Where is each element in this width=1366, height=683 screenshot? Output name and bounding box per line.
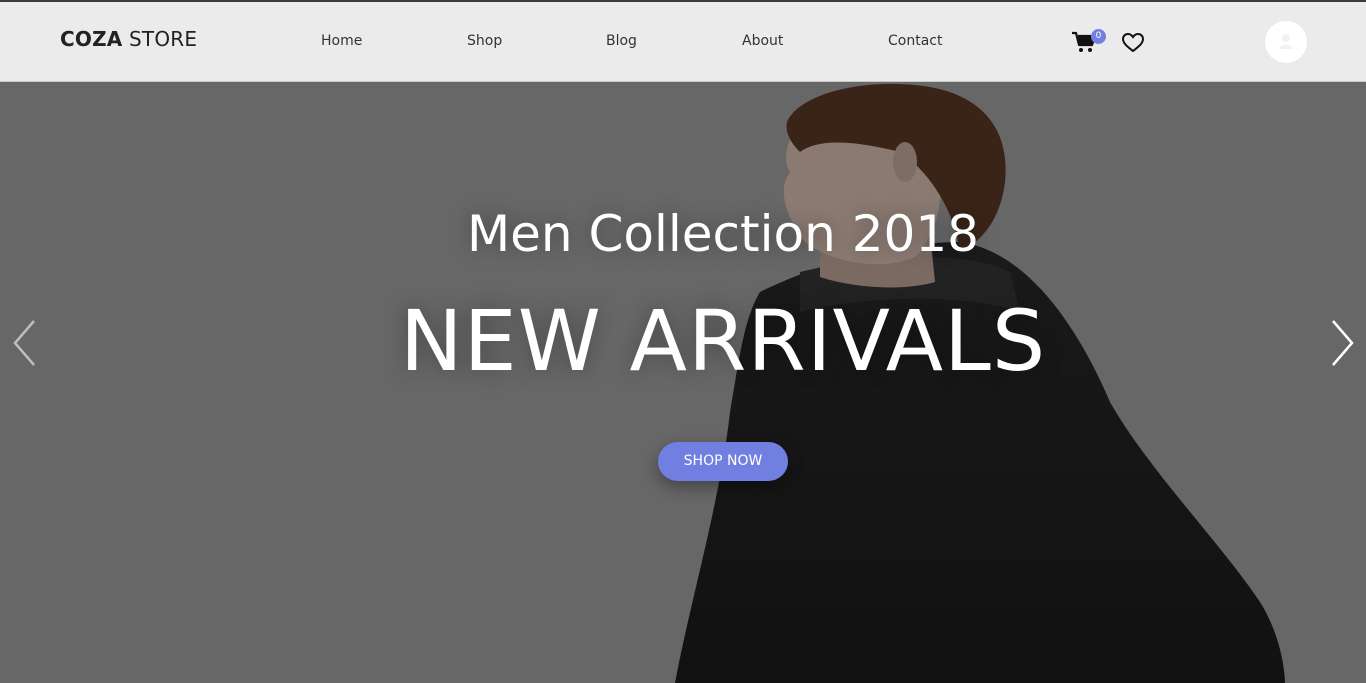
nav-shop[interactable]: Shop <box>467 33 502 49</box>
wishlist-button[interactable] <box>1121 32 1145 54</box>
chevron-left-icon <box>13 320 35 366</box>
shop-now-button[interactable]: SHOP NOW <box>658 442 788 481</box>
user-icon <box>1279 34 1293 49</box>
nav-home[interactable]: Home <box>321 33 362 49</box>
user-avatar-button[interactable] <box>1265 21 1307 63</box>
logo[interactable]: COZA STORE <box>60 27 197 51</box>
slider-next-button[interactable] <box>1327 318 1357 368</box>
logo-brand: COZA <box>60 27 123 51</box>
hero-subtitle: Men Collection 2018 <box>467 205 979 263</box>
hero-title: NEW ARRIVALS <box>399 292 1047 390</box>
cart-count-badge: 0 <box>1091 29 1106 44</box>
logo-suffix: STORE <box>122 27 198 51</box>
site-header: COZA STORE Home Shop Blog About Contact … <box>0 0 1366 82</box>
chevron-right-icon <box>1332 320 1354 366</box>
nav-blog[interactable]: Blog <box>606 33 637 49</box>
hero-slider: Men Collection 2018 NEW ARRIVALS SHOP NO… <box>0 82 1366 683</box>
nav-about[interactable]: About <box>742 33 783 49</box>
slider-prev-button[interactable] <box>10 318 40 368</box>
nav-contact[interactable]: Contact <box>888 33 942 49</box>
heart-icon <box>1121 32 1145 53</box>
